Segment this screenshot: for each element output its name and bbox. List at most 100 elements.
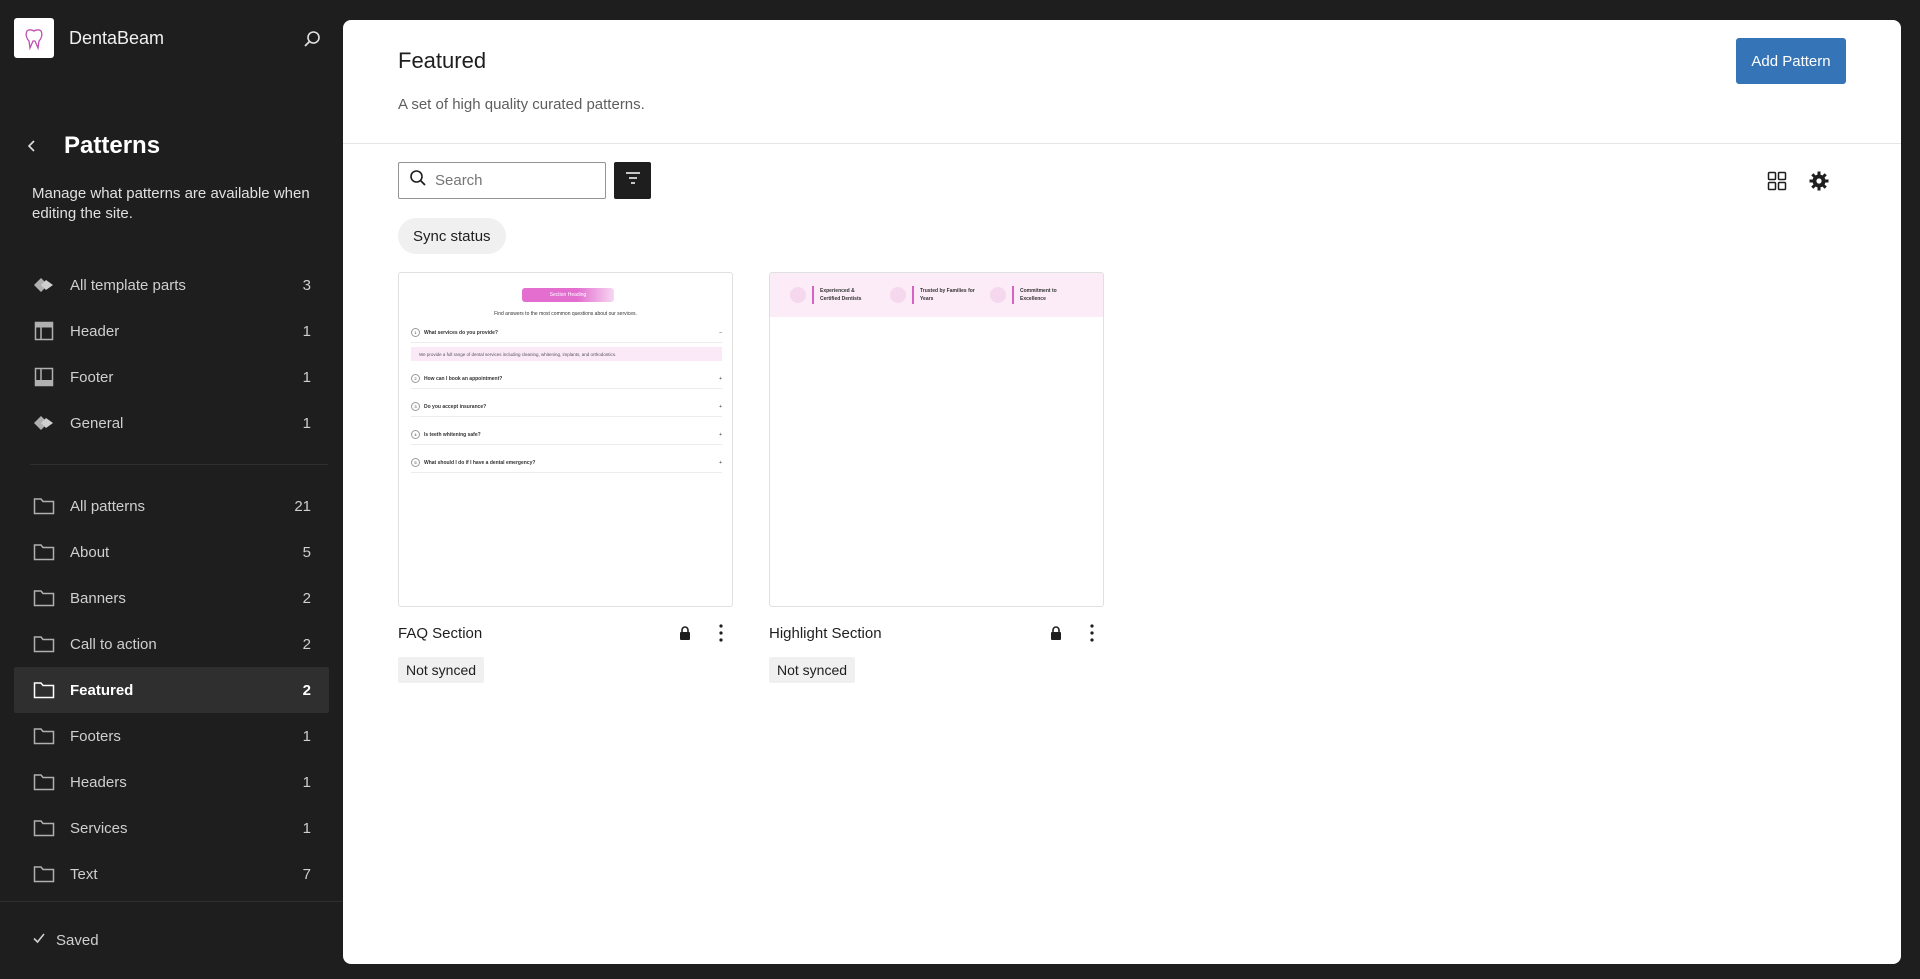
question-text: How can I book an appointment? bbox=[424, 375, 503, 382]
filter-button[interactable] bbox=[614, 162, 651, 199]
search-input[interactable] bbox=[435, 172, 585, 189]
question-toggle: – bbox=[719, 329, 722, 336]
tooth-icon bbox=[890, 287, 906, 303]
sidebar-item-count: 1 bbox=[302, 322, 311, 340]
sidebar-description: Manage what patterns are available when … bbox=[32, 185, 310, 222]
preview-subheading: Find answers to the most common question… bbox=[494, 311, 637, 317]
more-options-icon[interactable] bbox=[1080, 621, 1104, 645]
sidebar-item-label: Featured bbox=[70, 681, 134, 699]
sidebar-item-banners[interactable]: Banners 2 bbox=[14, 575, 329, 621]
sidebar-item-header[interactable]: Header 1 bbox=[14, 308, 329, 354]
lock-icon bbox=[1044, 621, 1068, 645]
chevron-left-icon[interactable] bbox=[20, 134, 44, 158]
sidebar-title: Patterns bbox=[64, 132, 161, 159]
highlight-divider bbox=[912, 286, 914, 304]
preview-question: 3 Do you accept insurance? + bbox=[411, 397, 722, 417]
sidebar-header: Patterns bbox=[20, 132, 160, 160]
pattern-title[interactable]: FAQ Section bbox=[398, 625, 673, 642]
template-parts-list: All template parts 3 Header 1 Footer 1 G… bbox=[14, 262, 329, 446]
divider bbox=[30, 464, 328, 465]
folder-icon bbox=[32, 540, 56, 564]
site-logo[interactable] bbox=[14, 18, 54, 58]
sidebar-item-all-patterns[interactable]: All patterns 21 bbox=[14, 483, 329, 529]
pattern-title[interactable]: Highlight Section bbox=[769, 625, 1044, 642]
sidebar-item-count: 2 bbox=[302, 681, 311, 699]
sidebar-item-label: Call to action bbox=[70, 635, 157, 653]
sidebar-item-general[interactable]: General 1 bbox=[14, 400, 329, 446]
sidebar-item-services[interactable]: Services 1 bbox=[14, 805, 329, 851]
question-text: What services do you provide? bbox=[424, 329, 498, 336]
sidebar-item-count: 5 bbox=[302, 543, 311, 561]
sidebar-item-label: Headers bbox=[70, 773, 127, 791]
highlight-item: Experienced & Certified Dentists bbox=[790, 286, 890, 304]
preview-highlight-band: Experienced & Certified Dentists Trusted… bbox=[770, 273, 1103, 317]
pattern-categories-list: All patterns 21 About 5 Banners 2 Call t… bbox=[14, 483, 329, 897]
question-text: What should I do if I have a dental emer… bbox=[424, 459, 536, 466]
folder-icon bbox=[32, 678, 56, 702]
pattern-preview[interactable]: Experienced & Certified Dentists Trusted… bbox=[769, 272, 1104, 607]
question-number: 5 bbox=[411, 458, 420, 467]
symbol-icon bbox=[32, 273, 56, 297]
sidebar-item-headers[interactable]: Headers 1 bbox=[14, 759, 329, 805]
question-toggle: + bbox=[719, 431, 722, 438]
more-options-icon[interactable] bbox=[709, 621, 733, 645]
search-field[interactable] bbox=[398, 162, 606, 199]
sidebar-item-label: All patterns bbox=[70, 497, 146, 515]
symbol-icon bbox=[32, 411, 56, 435]
preview-question: 1 What services do you provide? – bbox=[411, 323, 722, 343]
save-status: Saved bbox=[32, 931, 99, 949]
pattern-card: Experienced & Certified Dentists Trusted… bbox=[769, 272, 1104, 683]
site-name[interactable]: DentaBeam bbox=[69, 28, 164, 49]
folder-icon bbox=[32, 632, 56, 656]
main-content: Featured A set of high quality curated p… bbox=[343, 20, 1901, 964]
folder-icon bbox=[32, 816, 56, 840]
save-status-label: Saved bbox=[56, 931, 99, 949]
grid-view-icon[interactable] bbox=[1765, 169, 1789, 193]
sidebar-item-footer[interactable]: Footer 1 bbox=[14, 354, 329, 400]
pattern-card-meta: Highlight Section bbox=[769, 621, 1104, 645]
sidebar-item-label: General bbox=[70, 414, 124, 432]
sidebar-item-count: 1 bbox=[302, 414, 311, 432]
preview-question: 4 Is teeth whitening safe? + bbox=[411, 425, 722, 445]
sidebar-item-count: 7 bbox=[302, 865, 311, 883]
sidebar-item-count: 21 bbox=[294, 497, 311, 515]
question-number: 3 bbox=[411, 402, 420, 411]
sidebar-item-count: 1 bbox=[302, 368, 311, 386]
question-number: 2 bbox=[411, 374, 420, 383]
check-icon bbox=[32, 931, 46, 949]
divider bbox=[343, 143, 1901, 144]
sidebar-item-label: About bbox=[70, 543, 110, 561]
tooth-icon bbox=[990, 287, 1006, 303]
folder-icon bbox=[32, 770, 56, 794]
preview-heading: Section Heading bbox=[522, 288, 614, 302]
highlight-divider bbox=[812, 286, 814, 304]
header-layout-icon bbox=[32, 319, 56, 343]
question-toggle: + bbox=[719, 403, 722, 410]
footer-layout-icon bbox=[32, 365, 56, 389]
sidebar-item-label: Footer bbox=[70, 368, 114, 386]
page-description: A set of high quality curated patterns. bbox=[398, 96, 645, 113]
divider bbox=[0, 901, 343, 902]
sidebar-item-count: 1 bbox=[302, 727, 311, 745]
sidebar-item-count: 1 bbox=[302, 773, 311, 791]
sidebar-item-label: Banners bbox=[70, 589, 126, 607]
pattern-preview[interactable]: Section Heading Find answers to the most… bbox=[398, 272, 733, 607]
sidebar-item-label: Text bbox=[70, 865, 98, 883]
gear-icon[interactable] bbox=[1807, 169, 1831, 193]
highlight-item: Trusted by Families for Years bbox=[890, 286, 990, 304]
sidebar-item-footers[interactable]: Footers 1 bbox=[14, 713, 329, 759]
preview-answer: We provide a full range of dental servic… bbox=[411, 347, 722, 361]
sidebar-item-text[interactable]: Text 7 bbox=[14, 851, 329, 897]
question-number: 1 bbox=[411, 328, 420, 337]
question-text: Do you accept insurance? bbox=[424, 403, 487, 410]
sync-status-filter[interactable]: Sync status bbox=[398, 218, 506, 254]
sidebar-item-about[interactable]: About 5 bbox=[14, 529, 329, 575]
sidebar-item-count: 1 bbox=[302, 819, 311, 837]
sidebar-item-all-template-parts[interactable]: All template parts 3 bbox=[14, 262, 329, 308]
add-pattern-button[interactable]: Add Pattern bbox=[1736, 38, 1846, 84]
search-icon[interactable] bbox=[301, 28, 323, 50]
question-number: 4 bbox=[411, 430, 420, 439]
sidebar-item-call-to-action[interactable]: Call to action 2 bbox=[14, 621, 329, 667]
sidebar-item-featured[interactable]: Featured 2 bbox=[14, 667, 329, 713]
sync-status-badge: Not synced bbox=[398, 657, 485, 683]
